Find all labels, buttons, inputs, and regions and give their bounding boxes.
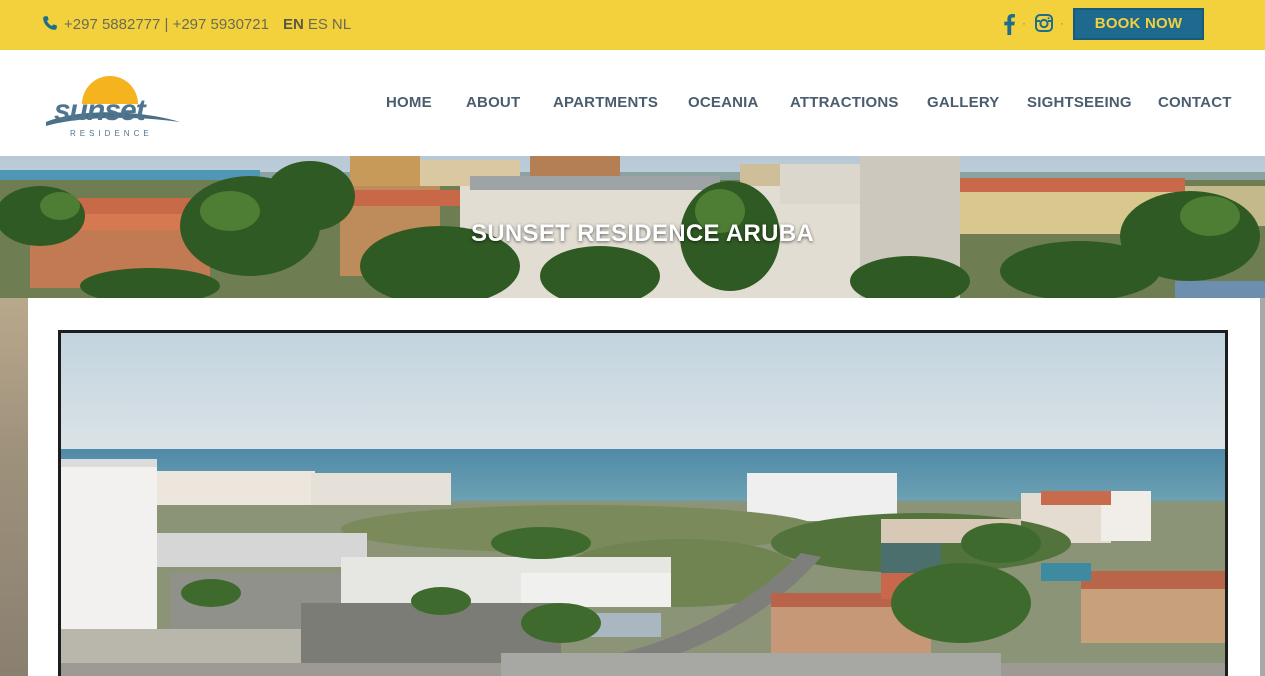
instagram-icon[interactable] — [1035, 14, 1053, 32]
language-nl[interactable]: NL — [332, 16, 351, 33]
main-content — [28, 298, 1260, 676]
nav-sightseeing[interactable]: SIGHTSEEING — [1027, 94, 1132, 111]
separator-dot: · — [1022, 16, 1026, 30]
main-nav: HOME ABOUT APARTMENTS OCEANIA ATTRACTION… — [0, 94, 1265, 114]
separator-dot: · — [1060, 16, 1064, 30]
site-header: sunset RESIDENCE HOME ABOUT APARTMENTS O… — [0, 50, 1265, 156]
page-background-right — [1260, 298, 1265, 676]
phone-icon — [43, 16, 57, 30]
hero-title: SUNSET RESIDENCE ARUBA — [470, 220, 815, 247]
nav-oceania[interactable]: OCEANIA — [688, 94, 759, 111]
video-player[interactable] — [58, 330, 1228, 676]
nav-home[interactable]: HOME — [386, 94, 432, 111]
nav-apartments[interactable]: APARTMENTS — [553, 94, 658, 111]
nav-about[interactable]: ABOUT — [466, 94, 520, 111]
language-es[interactable]: ES — [308, 16, 328, 33]
phone-numbers[interactable]: +297 5882777 | +297 5930721 — [64, 16, 269, 33]
video-frame-aerial-view — [61, 333, 1225, 676]
nav-attractions[interactable]: ATTRACTIONS — [790, 94, 899, 111]
hero-banner: SUNSET RESIDENCE ARUBA — [0, 156, 1265, 298]
nav-contact[interactable]: CONTACT — [1158, 94, 1232, 111]
svg-text:RESIDENCE: RESIDENCE — [70, 129, 153, 138]
language-en[interactable]: EN — [283, 16, 304, 33]
page-background-left — [0, 298, 28, 676]
top-bar: +297 5882777 | +297 5930721 EN ES NL · · B… — [0, 0, 1265, 50]
language-switcher: EN ES NL — [283, 16, 355, 33]
facebook-icon[interactable] — [1002, 13, 1016, 35]
nav-gallery[interactable]: GALLERY — [927, 94, 1000, 111]
book-now-button[interactable]: BOOK NOW — [1073, 8, 1204, 40]
